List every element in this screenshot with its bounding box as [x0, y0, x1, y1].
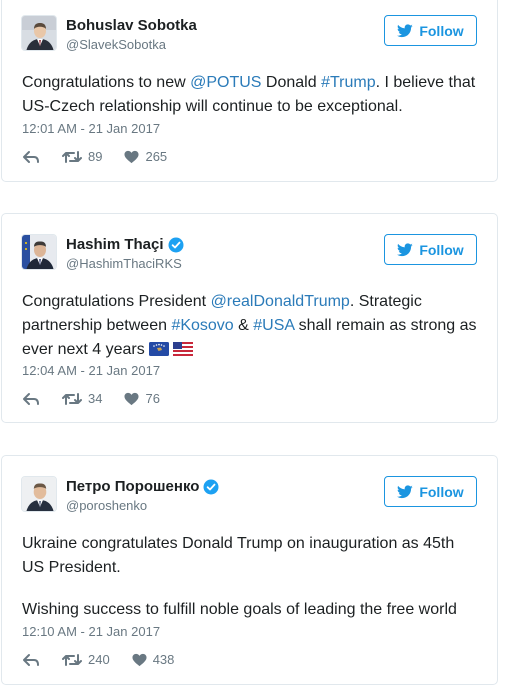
follow-label: Follow	[419, 22, 464, 39]
tweet-text-part: &	[233, 317, 254, 334]
retweet-icon	[62, 150, 82, 163]
tweet-timestamp[interactable]: 12:10 AM - 21 Jan 2017	[22, 624, 160, 639]
reply-icon	[23, 392, 39, 405]
us-flag-icon	[172, 342, 193, 356]
tweet-card: Hashim Thaçi @HashimThaciRKS Follow Cong…	[1, 213, 498, 423]
reply-button[interactable]	[22, 653, 40, 667]
author-handle[interactable]: @poroshenko	[66, 498, 147, 513]
author-handle[interactable]: @HashimThaciRKS	[66, 256, 182, 271]
author-name[interactable]: Hashim Thaçi	[66, 236, 164, 253]
verified-badge-icon	[203, 479, 219, 494]
follow-button[interactable]: Follow	[384, 234, 477, 265]
tweet-text-part: Congratulations to new	[22, 74, 191, 91]
mention-link[interactable]: @realDonaldTrump	[211, 293, 350, 310]
retweet-button[interactable]: 89	[62, 149, 102, 164]
mention-link[interactable]: @POTUS	[190, 74, 261, 91]
verified-badge-icon	[168, 237, 184, 252]
tweet-paragraph: Ukraine congratulates Donald Trump on in…	[22, 535, 455, 576]
tweet-text-part: Donald	[261, 74, 322, 91]
hashtag-link[interactable]: #Trump	[321, 74, 376, 91]
follow-button[interactable]: Follow	[384, 476, 477, 507]
like-count: 265	[145, 149, 168, 164]
follow-label: Follow	[419, 483, 464, 500]
reply-icon	[23, 150, 39, 163]
tweet-text: Congratulations to new @POTUS Donald #Tr…	[22, 71, 477, 119]
reply-icon	[23, 653, 39, 666]
heart-icon	[124, 392, 139, 405]
retweet-count: 89	[88, 149, 103, 164]
like-button[interactable]: 76	[124, 391, 160, 406]
retweet-count: 240	[88, 652, 110, 667]
tweet-timestamp[interactable]: 12:01 AM - 21 Jan 2017	[22, 121, 160, 136]
tweet-text-part: Congratulations President	[22, 293, 211, 310]
retweet-icon	[62, 392, 82, 405]
retweet-count: 34	[88, 391, 103, 406]
kosovo-flag-icon	[148, 342, 169, 356]
follow-label: Follow	[419, 241, 464, 258]
tweet-actions: 89 265	[22, 149, 189, 164]
reply-button[interactable]	[22, 392, 40, 406]
avatar[interactable]	[21, 15, 57, 51]
tweet-actions: 240 438	[22, 652, 196, 667]
twitter-bird-icon	[397, 484, 414, 498]
twitter-bird-icon	[397, 242, 414, 256]
tweet-card: Bohuslav Sobotka @SlavekSobotka Follow C…	[1, 0, 498, 182]
retweet-icon	[62, 653, 82, 666]
retweet-button[interactable]: 34	[62, 391, 102, 406]
like-button[interactable]: 265	[124, 149, 167, 164]
author-name[interactable]: Петро Порошенко	[66, 478, 199, 495]
tweet-text: Ukraine congratulates Donald Trump on in…	[22, 532, 477, 622]
heart-icon	[132, 653, 147, 666]
like-count: 76	[145, 391, 160, 406]
twitter-bird-icon	[397, 23, 414, 37]
avatar[interactable]	[21, 234, 57, 270]
like-count: 438	[152, 652, 175, 667]
author-name[interactable]: Bohuslav Sobotka	[66, 17, 197, 34]
hashtag-link[interactable]: #Kosovo	[171, 317, 233, 334]
tweet-text: Congratulations President @realDonaldTru…	[22, 290, 477, 362]
like-button[interactable]: 438	[132, 652, 175, 667]
avatar[interactable]	[21, 476, 57, 512]
hashtag-link[interactable]: #USA	[253, 317, 294, 334]
tweet-actions: 34 76	[22, 391, 182, 406]
tweet-paragraph: Wishing success to fulfill noble goals o…	[22, 601, 457, 618]
reply-button[interactable]	[22, 150, 40, 164]
tweet-card: Петро Порошенко @poroshenko Follow Ukrai…	[1, 455, 498, 685]
tweet-timestamp[interactable]: 12:04 AM - 21 Jan 2017	[22, 363, 160, 378]
author-handle[interactable]: @SlavekSobotka	[66, 37, 166, 52]
retweet-button[interactable]: 240	[62, 652, 110, 667]
heart-icon	[124, 150, 139, 163]
follow-button[interactable]: Follow	[384, 15, 477, 46]
